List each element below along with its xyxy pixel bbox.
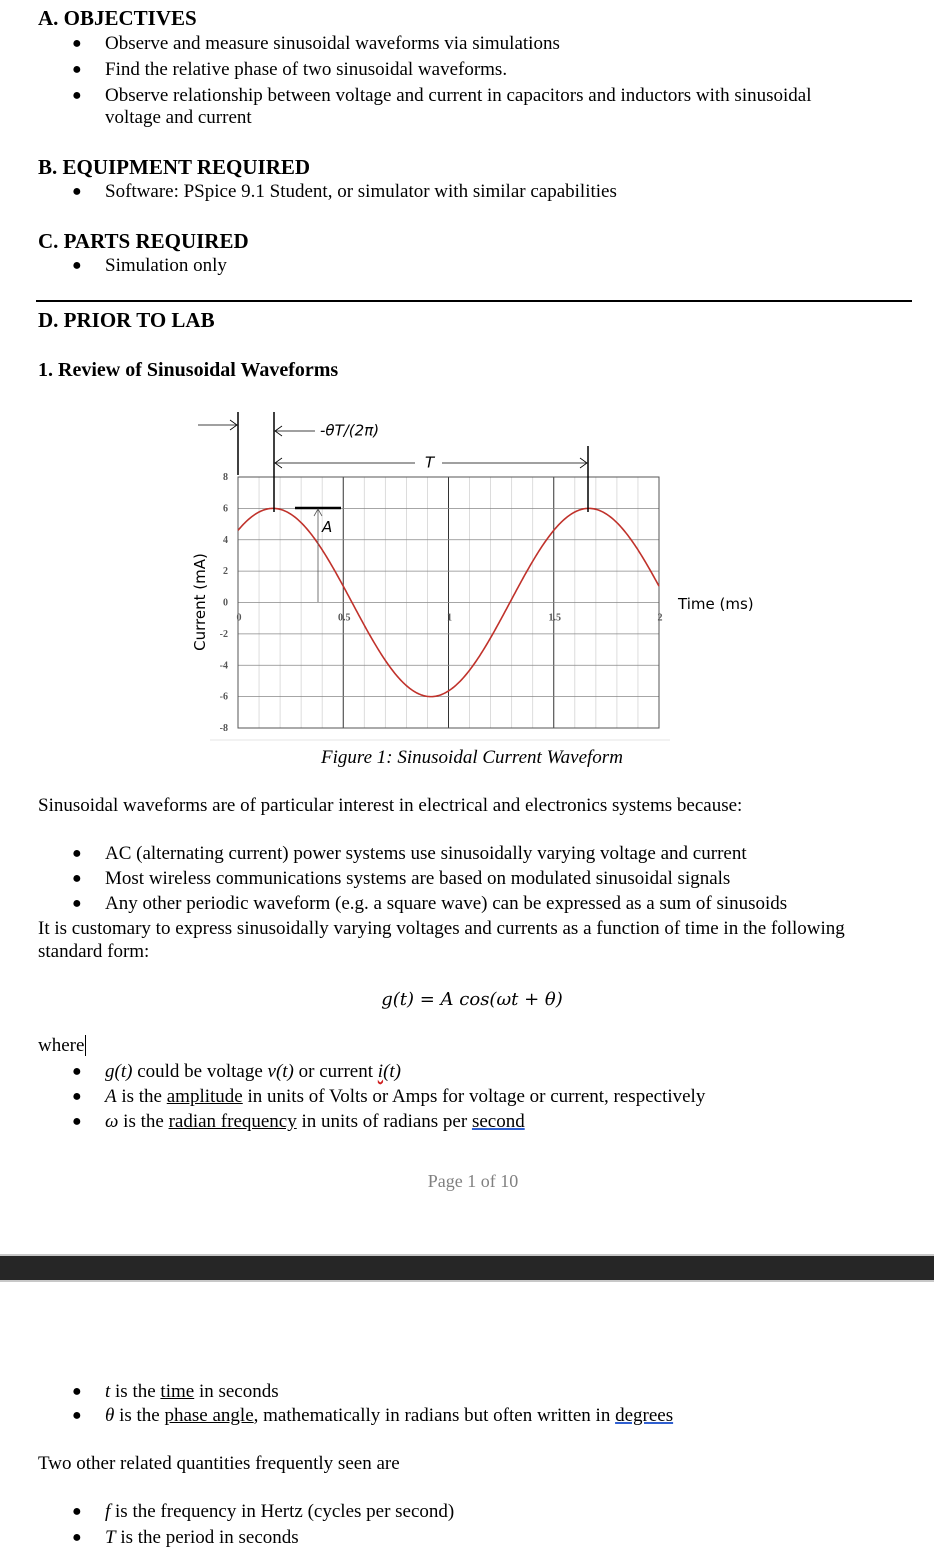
bullet: ● xyxy=(72,1088,82,1105)
objective-item: Observe relationship between voltage and… xyxy=(105,85,812,106)
bullet: ● xyxy=(72,1113,82,1130)
chart-annotations xyxy=(198,412,589,602)
related-item: f is the frequency in Hertz (cycles per … xyxy=(105,1501,455,1522)
where-item: θ is the phase angle, mathematically in … xyxy=(105,1405,674,1426)
sinusoid-chart: 8 6 4 2 0 -2 -4 -6 -8 0 0.5 1 1.5 2 -θT/(2π) T A Time… xyxy=(191,412,754,741)
parts-item: Simulation only xyxy=(105,255,227,276)
bullet: ● xyxy=(72,870,82,887)
where-item: g(t) could be voltage v(t) or current i(… xyxy=(105,1061,401,1082)
y-tick-label: 4 xyxy=(223,535,228,546)
y-tick-label: 0 xyxy=(223,598,228,609)
bullet: ● xyxy=(72,87,82,104)
bullet: ● xyxy=(72,1503,82,1520)
x-tick-label: 0 xyxy=(237,613,242,624)
horizontal-rule xyxy=(36,300,912,302)
bullet: ● xyxy=(72,1407,82,1424)
y-axis-label: Current (mA) xyxy=(191,553,209,651)
y-tick-label: -8 xyxy=(220,723,228,734)
where-text[interactable]: where xyxy=(38,1035,92,1057)
figure-caption: Figure 1: Sinusoidal Current Waveform xyxy=(321,747,623,768)
bullet: ● xyxy=(72,1063,82,1080)
bullet: ● xyxy=(72,895,82,912)
y-tick-label: 8 xyxy=(223,472,228,483)
related-item: T is the period in seconds xyxy=(105,1527,299,1548)
phase-label: -θT/(2π) xyxy=(320,422,379,440)
where-item: t is the time in seconds xyxy=(105,1381,279,1402)
where-item: ω is the radian frequency in units of ra… xyxy=(105,1111,525,1132)
objective-item: Observe and measure sinusoidal waveforms… xyxy=(105,33,560,54)
where-item: A is the amplitude in units of Volts or … xyxy=(105,1086,706,1107)
bullet: ● xyxy=(72,1383,82,1400)
y-tick-label: -6 xyxy=(220,692,228,703)
reason-item: AC (alternating current) power systems u… xyxy=(105,843,747,864)
section-b-heading: B. EQUIPMENT REQUIRED xyxy=(38,155,311,179)
bullet: ● xyxy=(72,183,82,200)
where-label: where xyxy=(38,1035,85,1056)
y-tick-label: -2 xyxy=(220,629,228,640)
page-break-separator xyxy=(0,1254,934,1282)
section-a-heading: A. OBJECTIVES xyxy=(38,6,197,30)
x-axis-label: Time (ms) xyxy=(677,595,754,613)
bullet: ● xyxy=(72,845,82,862)
x-tick-label: 1.5 xyxy=(549,613,562,624)
period-label: T xyxy=(425,454,436,472)
bullet: ● xyxy=(72,61,82,78)
bullet: ● xyxy=(72,35,82,52)
related-paragraph: Two other related quantities frequently … xyxy=(38,1453,400,1474)
bullet: ● xyxy=(72,257,82,274)
x-tick-label: 2 xyxy=(658,613,663,624)
y-tick-label: -4 xyxy=(220,660,228,671)
y-tick-label: 6 xyxy=(223,503,228,514)
section-d-heading: D. PRIOR TO LAB xyxy=(38,308,215,332)
equation: g(t) = A cos(ωt + θ) xyxy=(381,989,563,1010)
reason-item: Any other periodic waveform (e.g. a squa… xyxy=(105,893,788,914)
x-tick-label: 0.5 xyxy=(338,613,351,624)
document-page: A. OBJECTIVES ● Observe and measure sinu… xyxy=(0,0,934,1562)
paragraph-line: standard form: xyxy=(38,941,150,962)
objective-item-cont: voltage and current xyxy=(105,107,252,128)
intro-paragraph: Sinusoidal waveforms are of particular i… xyxy=(38,795,743,816)
reason-item: Most wireless communications systems are… xyxy=(105,868,731,889)
text-cursor xyxy=(85,1035,92,1056)
section-c-heading: C. PARTS REQUIRED xyxy=(38,229,249,253)
x-tick-label: 1 xyxy=(447,613,452,624)
objective-item: Find the relative phase of two sinusoida… xyxy=(105,59,508,80)
page-number: Page 1 of 10 xyxy=(427,1171,519,1191)
y-tick-label: 2 xyxy=(223,566,228,577)
bullet: ● xyxy=(72,1529,82,1546)
amplitude-label: A xyxy=(321,518,332,536)
subsection-heading: 1. Review of Sinusoidal Waveforms xyxy=(38,359,339,381)
equipment-item: Software: PSpice 9.1 Student, or simulat… xyxy=(105,181,617,202)
paragraph-line: It is customary to express sinusoidally … xyxy=(38,918,845,939)
